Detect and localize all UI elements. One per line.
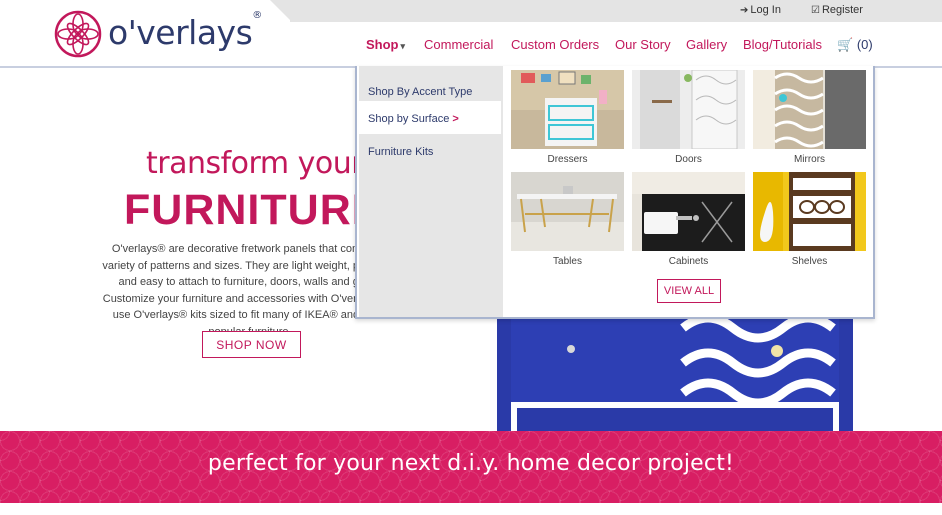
register-check-icon: ☑: [811, 4, 820, 16]
tile-mirrors[interactable]: Mirrors: [753, 70, 866, 165]
chevron-right-icon: >: [452, 113, 459, 125]
menu-item-furniture-kits[interactable]: Furniture Kits: [357, 134, 501, 167]
nav-our-story[interactable]: Our Story: [615, 37, 671, 52]
banner-text: perfect for your next d.i.y. home decor …: [207, 451, 735, 476]
shop-now-button[interactable]: SHOP NOW: [202, 331, 301, 358]
tables-photo: [511, 172, 624, 251]
nav-cart[interactable]: 🛒 (0): [837, 37, 873, 53]
tile-doors[interactable]: Doors: [632, 70, 745, 165]
nav-custom-orders[interactable]: Custom Orders: [511, 37, 599, 52]
nav-shop[interactable]: Shop ▾: [366, 37, 405, 52]
tile-shelves[interactable]: Shelves: [753, 172, 866, 267]
logo-mandala-icon: [54, 10, 102, 58]
nav-commercial[interactable]: Commercial: [424, 37, 493, 52]
utility-bar-edge: [270, 0, 292, 22]
cart-count: (0): [856, 37, 873, 52]
tile-tables[interactable]: Tables: [511, 172, 624, 267]
hero-title: FURNITURE: [124, 186, 382, 234]
tile-label-tables: Tables: [553, 256, 582, 267]
logo-wordmark: o'verlays®: [108, 9, 262, 52]
cabinets-photo: [632, 172, 745, 251]
nav-gallery[interactable]: Gallery: [686, 37, 727, 52]
menu-item-shop-by-surface[interactable]: Shop by Surface >: [357, 101, 501, 134]
tile-label-shelves: Shelves: [791, 256, 828, 267]
site-logo[interactable]: o'verlays®: [54, 10, 262, 58]
tile-cabinets[interactable]: Cabinets: [632, 172, 745, 267]
cart-icon: 🛒: [837, 37, 854, 52]
tile-label-mirrors: Mirrors: [793, 154, 826, 165]
register-label: Register: [821, 4, 863, 16]
dressers-photo: [511, 70, 624, 149]
login-link[interactable]: ➔ Log In: [740, 4, 781, 16]
tile-label-dressers: Dressers: [547, 154, 588, 165]
hero-subtitle: transform your: [146, 146, 364, 181]
hero-dresser-image: [497, 318, 853, 431]
register-link[interactable]: ☑ Register: [811, 4, 863, 16]
tile-dressers[interactable]: Dressers: [511, 70, 624, 165]
view-all-button[interactable]: VIEW ALL: [657, 279, 721, 303]
doors-photo: [632, 70, 745, 149]
nav-blog-tutorials[interactable]: Blog/Tutorials: [743, 37, 822, 52]
promo-banner: perfect for your next d.i.y. home decor …: [0, 431, 942, 503]
tile-label-doors: Doors: [675, 154, 702, 165]
login-arrow-icon: ➔: [740, 4, 749, 16]
tile-label-cabinets: Cabinets: [668, 256, 709, 267]
shop-mega-menu: Shop By Accent Type Shop by Surface > Fur…: [355, 66, 875, 319]
chevron-down-icon: ▾: [400, 41, 406, 51]
login-label: Log In: [750, 4, 781, 16]
mirrors-photo: [753, 70, 866, 149]
shelves-photo: [753, 172, 866, 251]
